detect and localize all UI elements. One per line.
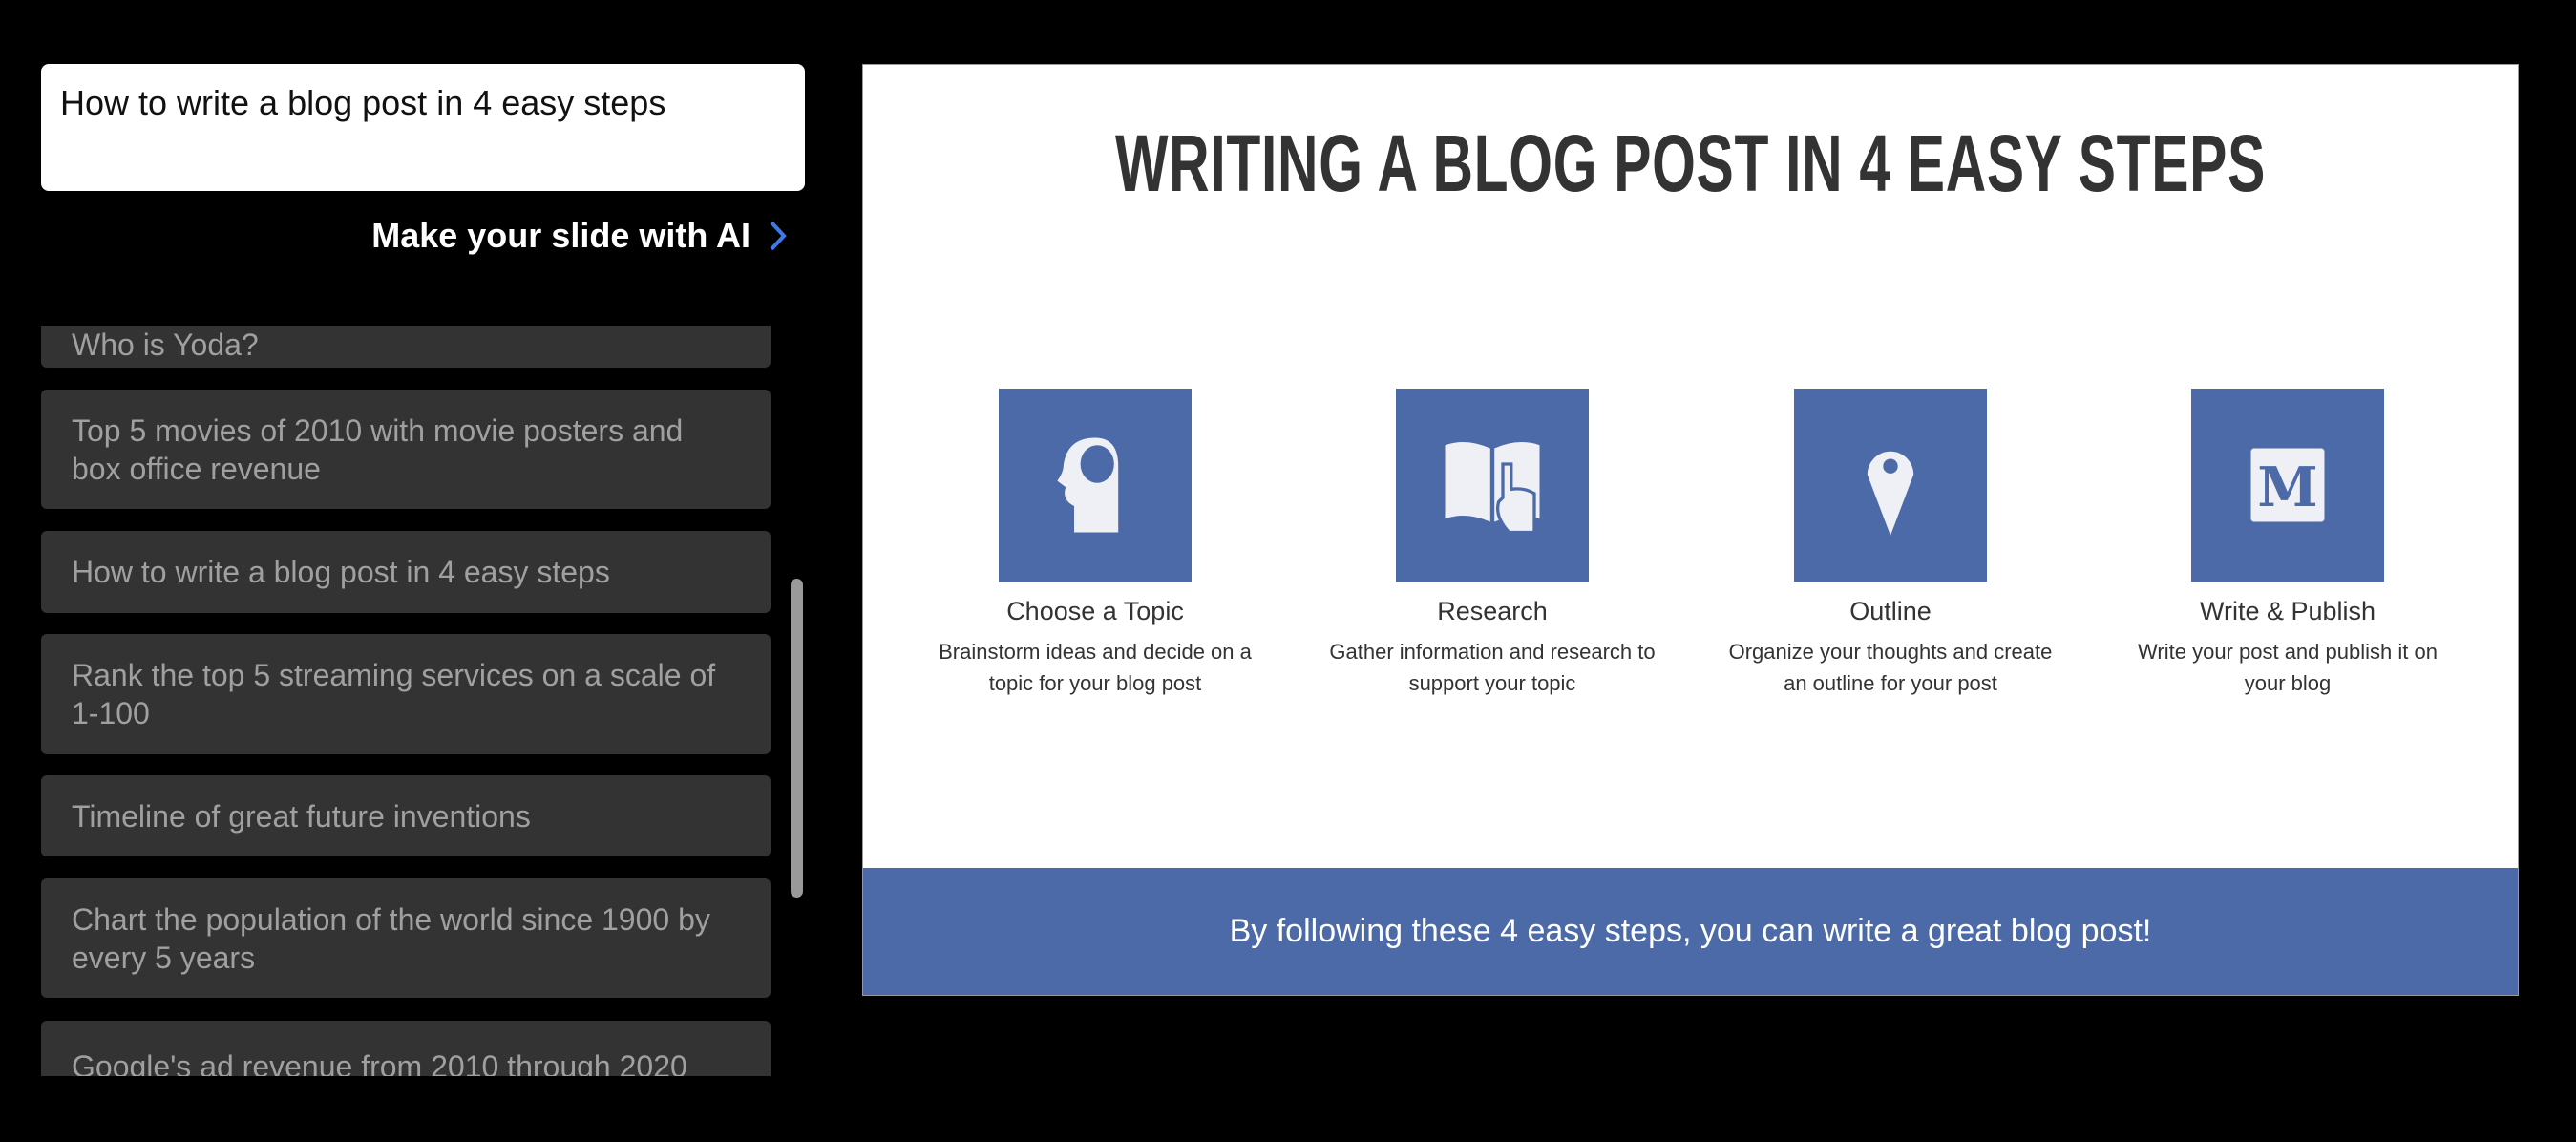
step-card: Research Gather information and research… — [1301, 389, 1683, 699]
footer-text: By following these 4 easy steps, you can… — [1229, 913, 2152, 949]
brain-head-icon — [1057, 437, 1119, 533]
medium-logo-icon: M — [2250, 448, 2325, 522]
step-description: Gather information and research to suppo… — [1329, 640, 1656, 695]
step-icon-box: M — [2191, 389, 2384, 582]
step-card: Choose a Topic Brainstorm ideas and deci… — [904, 389, 1286, 699]
example-label: Chart the population of the world since … — [72, 901, 710, 975]
chevron-right-icon — [770, 221, 787, 251]
slide-footer: By following these 4 easy steps, you can… — [863, 868, 2518, 995]
example-label: Who is Yoda? — [72, 328, 259, 362]
prompt-input[interactable]: How to write a blog post in 4 easy steps — [41, 64, 805, 191]
example-item[interactable]: How to write a blog post in 4 easy steps — [41, 531, 771, 613]
make-slide-label: Make your slide with AI — [371, 216, 750, 255]
step-description: Brainstorm ideas and decide on a topic f… — [939, 640, 1252, 695]
slide-title: WRITING A BLOG POST IN 4 EASY STEPS — [1114, 118, 2267, 208]
example-label: Google's ad revenue from 2010 through 20… — [72, 1049, 687, 1076]
example-label: How to write a blog post in 4 easy steps — [72, 555, 610, 589]
step-title: Research — [1437, 597, 1548, 625]
step-icon-box — [1396, 389, 1589, 582]
step-icon-box — [999, 389, 1192, 582]
step-card: Outline Organize your thoughts and creat… — [1700, 389, 2081, 699]
example-item[interactable]: Top 5 movies of 2010 with movie posters … — [41, 390, 771, 509]
step-icon-box — [1794, 389, 1987, 582]
step-description: Write your post and publish it on your b… — [2138, 640, 2438, 695]
step-card: M Write & Publish Write your post and pu… — [2097, 389, 2479, 699]
example-item[interactable]: Who is Yoda? — [41, 326, 771, 368]
example-item[interactable]: Rank the top 5 streaming services on a s… — [41, 634, 771, 754]
make-slide-button[interactable]: Make your slide with AI — [371, 216, 789, 256]
example-label: Top 5 movies of 2010 with movie posters … — [72, 412, 684, 486]
svg-text:M: M — [2257, 455, 2317, 519]
step-title: Outline — [1849, 597, 1932, 625]
example-item[interactable]: Chart the population of the world since … — [41, 878, 771, 998]
example-label: Rank the top 5 streaming services on a s… — [72, 658, 716, 730]
example-item[interactable]: Timeline of great future inventions — [41, 775, 771, 856]
slide-preview: WRITING A BLOG POST IN 4 EASY STEPS Choo… — [862, 64, 2519, 996]
list-scrollbar[interactable] — [791, 579, 803, 898]
example-prompts-list: Who is Yoda? Top 5 movies of 2010 with m… — [41, 326, 771, 1076]
map-pin-icon — [1867, 451, 1914, 536]
step-description: Organize your thoughts and create an out… — [1728, 640, 2053, 695]
example-label: Timeline of great future inventions — [72, 798, 531, 834]
book-pointer-icon — [1445, 442, 1540, 535]
step-title: Choose a Topic — [1006, 597, 1184, 625]
step-title: Write & Publish — [2199, 597, 2376, 625]
example-item[interactable]: Google's ad revenue from 2010 through 20… — [41, 1021, 771, 1076]
